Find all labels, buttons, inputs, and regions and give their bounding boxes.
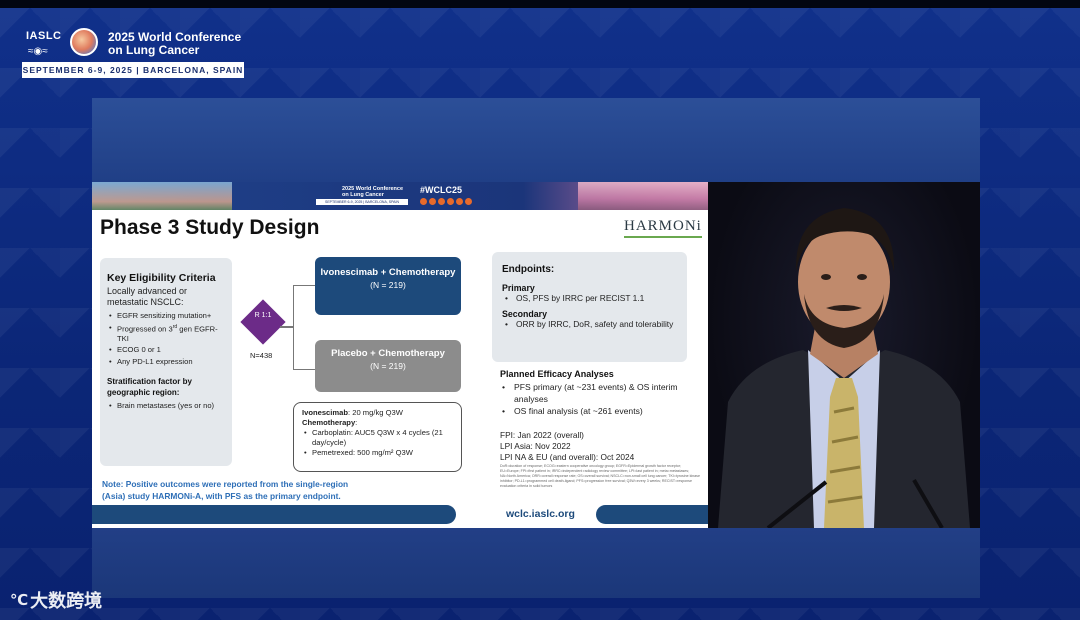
slide-mini-logo: 2025 World Conference on Lung Cancer SEP… bbox=[316, 186, 408, 206]
banner-city-image bbox=[92, 182, 232, 210]
harmoni-underline bbox=[624, 236, 702, 238]
drug-dose: : 20 mg/kg Q3W bbox=[348, 408, 403, 417]
slide-title: Phase 3 Study Design bbox=[100, 216, 320, 239]
eligibility-item: ECOG 0 or 1 bbox=[107, 345, 225, 355]
drug-label: Ivonescimab bbox=[302, 408, 349, 417]
eligibility-item: Any PD-L1 expression bbox=[107, 357, 225, 367]
stratification-heading: Stratification factor by geographic regi… bbox=[107, 377, 192, 398]
planned-analyses-heading: Planned Efficacy Analyses bbox=[500, 369, 614, 379]
watermark-text: 大数跨境 bbox=[30, 591, 103, 611]
chemo-label: Chemotherapy bbox=[302, 418, 356, 427]
chemo-list: Carboplatin: AUC5 Q3W x 4 cycles (21 day… bbox=[302, 428, 453, 458]
secondary-list: ORR by IRRC, DoR, safety and tolerabilit… bbox=[502, 319, 677, 330]
footer-bar-left bbox=[92, 505, 456, 524]
dosing-box: Ivonescimab: 20 mg/kg Q3W Chemotherapy: … bbox=[293, 402, 462, 472]
eligibility-item: EGFR sensitizing mutation+ bbox=[107, 311, 225, 321]
enrollment-dates: FPI: Jan 2022 (overall) LPI Asia: Nov 20… bbox=[500, 430, 634, 463]
arm-n: (N = 219) bbox=[370, 280, 406, 290]
flickr-icon bbox=[465, 198, 472, 205]
slide-note: Note: Positive outcomes were reported fr… bbox=[102, 479, 349, 501]
footer-bar-right bbox=[596, 505, 708, 524]
stratification-list: Brain metastases (yes or no) bbox=[107, 401, 225, 411]
primary-item: OS, PFS by IRRC per RECIST 1.1 bbox=[502, 293, 677, 304]
arm-n: (N = 219) bbox=[370, 361, 406, 371]
youtube-icon bbox=[456, 198, 463, 205]
primary-label: Primary bbox=[502, 283, 535, 293]
eligibility-list: EGFR sensitizing mutation+ Progressed on… bbox=[107, 311, 225, 366]
arm-title: Ivonescimab + Chemotherapy bbox=[320, 267, 456, 278]
date-line: LPI NA & EU (and overall): Oct 2024 bbox=[500, 452, 635, 462]
linkedin-icon bbox=[429, 198, 436, 205]
mini-logo-title: 2025 World Conference on Lung Cancer bbox=[342, 186, 404, 198]
facebook-icon bbox=[420, 198, 427, 205]
connector-line bbox=[280, 326, 293, 328]
arm-placebo: Placebo + Chemotherapy (N = 219) bbox=[315, 340, 461, 392]
randomization-ratio: R 1:1 bbox=[254, 312, 272, 319]
eligibility-box: Key Eligibility Criteria Locally advance… bbox=[100, 258, 232, 466]
arm-title: Placebo + Chemotherapy bbox=[331, 348, 445, 359]
planned-analyses-item: OS final analysis (at ~261 events) bbox=[500, 405, 700, 417]
banner-cathedral-image bbox=[578, 182, 708, 210]
chemo-item: Pemetrexed: 500 mg/m² Q3W bbox=[302, 448, 453, 458]
stratification-item: Brain metastases (yes or no) bbox=[107, 401, 225, 411]
planned-analyses-list: PFS primary (at ~231 events) & OS interi… bbox=[500, 381, 700, 417]
conference-logo: IASLC ≈◉≈ 2025 World Conference on Lung … bbox=[22, 26, 244, 80]
endpoints-box: Endpoints: Primary OS, PFS by IRRC per R… bbox=[492, 252, 687, 362]
date-line: FPI: Jan 2022 (overall) bbox=[500, 430, 584, 440]
instagram-icon bbox=[447, 198, 454, 205]
hashtag: #WCLC25 bbox=[420, 185, 463, 195]
mini-logo-date: SEPTEMBER 6-9, 2025 | BARCELONA, SPAIN bbox=[316, 199, 408, 205]
screen-top-area bbox=[92, 98, 980, 182]
secondary-item: ORR by IRRC, DoR, safety and tolerabilit… bbox=[502, 319, 677, 330]
watermark: ℃ 大数跨境 bbox=[10, 587, 102, 613]
chemo-item: Carboplatin: AUC5 Q3W x 4 cycles (21 day… bbox=[302, 428, 453, 448]
dosing-chemo: Chemotherapy: bbox=[302, 418, 358, 427]
abbreviations-footnote: DoR=duration of response; ECOG=eastern c… bbox=[500, 464, 700, 488]
globe-icon bbox=[70, 28, 98, 56]
conference-date: SEPTEMBER 6-9, 2025 | BARCELONA, SPAIN bbox=[22, 62, 244, 78]
top-letterbox bbox=[0, 0, 1080, 8]
secondary-label: Secondary bbox=[502, 309, 547, 319]
randomization-n: N=438 bbox=[250, 351, 273, 360]
screen-bottom-area bbox=[92, 528, 980, 598]
planned-analyses-item: PFS primary (at ~231 events) & OS interi… bbox=[500, 381, 700, 405]
eligibility-subheading: Locally advanced or metastatic NSCLC: bbox=[107, 286, 188, 307]
presentation-slide: 2025 World Conference on Lung Cancer SEP… bbox=[92, 182, 708, 528]
lung-icon: ≈◉≈ bbox=[28, 46, 48, 57]
planned-analyses: Planned Efficacy Analyses PFS primary (a… bbox=[500, 369, 700, 417]
arm-bracket bbox=[293, 285, 315, 370]
eligibility-heading: Key Eligibility Criteria bbox=[107, 272, 216, 284]
speaker-figure bbox=[718, 208, 970, 528]
endpoints-heading: Endpoints: bbox=[502, 264, 555, 275]
primary-list: OS, PFS by IRRC per RECIST 1.1 bbox=[502, 293, 677, 304]
x-icon bbox=[438, 198, 445, 205]
arm-ivonescimab: Ivonescimab + Chemotherapy (N = 219) bbox=[315, 257, 461, 315]
date-line: LPI Asia: Nov 2022 bbox=[500, 441, 571, 451]
eligibility-item: Progressed on 3rd gen EGFR-TKI bbox=[107, 323, 225, 344]
conference-title: 2025 World Conference on Lung Cancer bbox=[108, 30, 242, 57]
iaslc-label: IASLC bbox=[26, 30, 62, 42]
randomization-diamond bbox=[240, 299, 286, 345]
footer-url: wclc.iaslc.org bbox=[506, 508, 575, 520]
harmoni-logo: HARMONi bbox=[624, 218, 702, 234]
social-icons bbox=[420, 198, 472, 205]
speaker-video bbox=[708, 182, 980, 528]
dosing-drug: Ivonescimab: 20 mg/kg Q3W bbox=[302, 408, 453, 418]
watermark-logo-icon: ℃ bbox=[10, 592, 28, 609]
